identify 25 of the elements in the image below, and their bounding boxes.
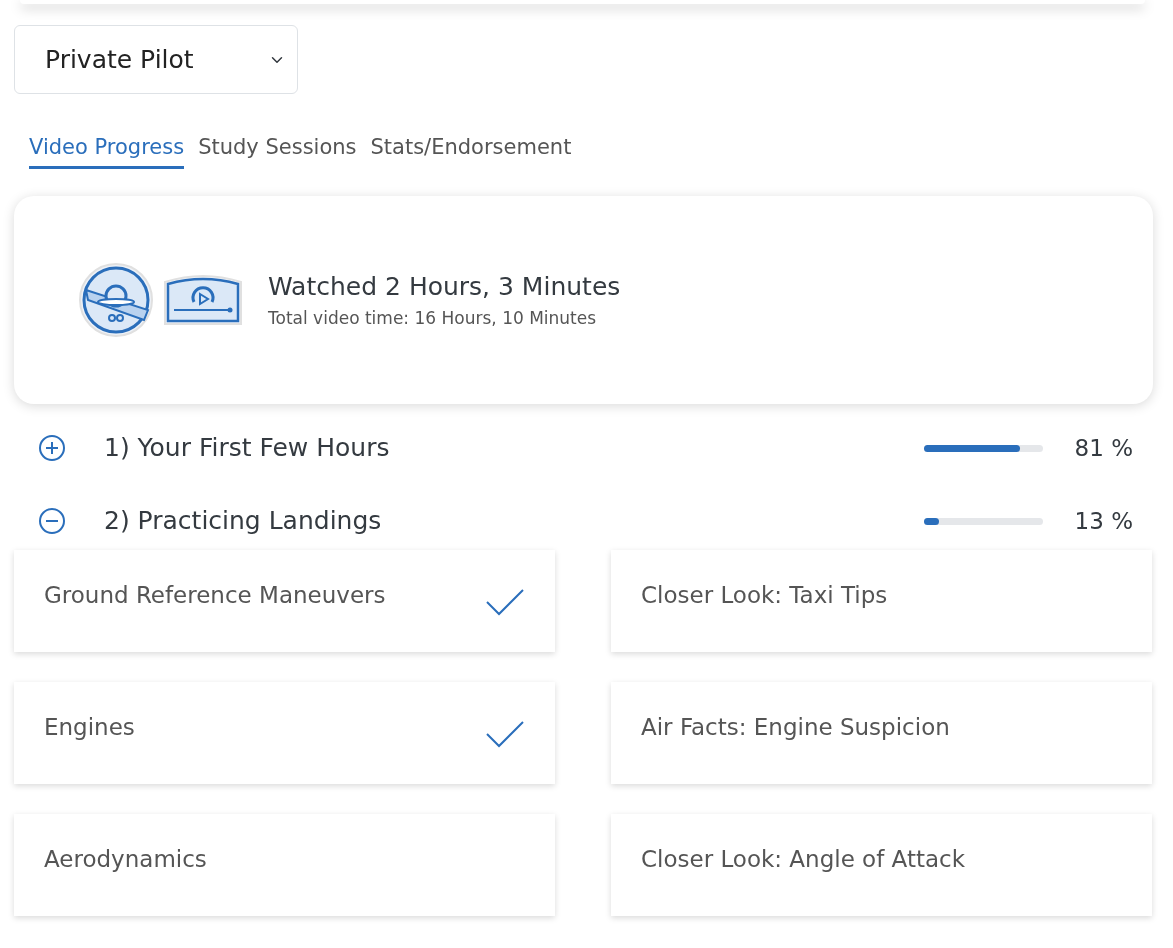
lesson-card[interactable]: Closer Look: Angle of Attack (611, 813, 1152, 916)
lesson-title: Engines (44, 712, 135, 742)
lesson-title: Closer Look: Angle of Attack (641, 844, 966, 874)
tab[interactable]: Study Sessions (198, 130, 357, 169)
tab[interactable]: Stats/Endorsement (370, 130, 572, 169)
lesson-card[interactable]: Aerodynamics (14, 813, 555, 916)
expand-icon[interactable] (38, 434, 66, 462)
lesson-title: Aerodynamics (44, 844, 207, 874)
lesson-title: Ground Reference Maneuvers (44, 580, 386, 610)
lesson-card[interactable]: Air Facts: Engine Suspicion (611, 681, 1152, 784)
watched-time: Watched 2 Hours, 3 Minutes (268, 271, 621, 303)
airplane-icon (78, 261, 154, 338)
progress-percent: 81 % (1073, 433, 1133, 463)
section-title[interactable]: 1) Your First Few Hours (104, 429, 924, 467)
progress-percent: 13 % (1073, 506, 1133, 536)
lesson-card[interactable]: Engines (14, 681, 555, 784)
tab[interactable]: Video Progress (29, 130, 185, 169)
lesson-card[interactable]: Closer Look: Taxi Tips (611, 549, 1152, 652)
total-video-time: Total video time: 16 Hours, 10 Minutes (268, 306, 598, 330)
lesson-title: Closer Look: Taxi Tips (641, 580, 888, 610)
course-select[interactable]: Private Pilot (14, 25, 298, 94)
lesson-title: Air Facts: Engine Suspicion (641, 712, 950, 742)
lesson-card[interactable]: Ground Reference Maneuvers (14, 549, 555, 652)
collapse-icon[interactable] (38, 507, 66, 535)
section-title[interactable]: 2) Practicing Landings (104, 502, 924, 540)
